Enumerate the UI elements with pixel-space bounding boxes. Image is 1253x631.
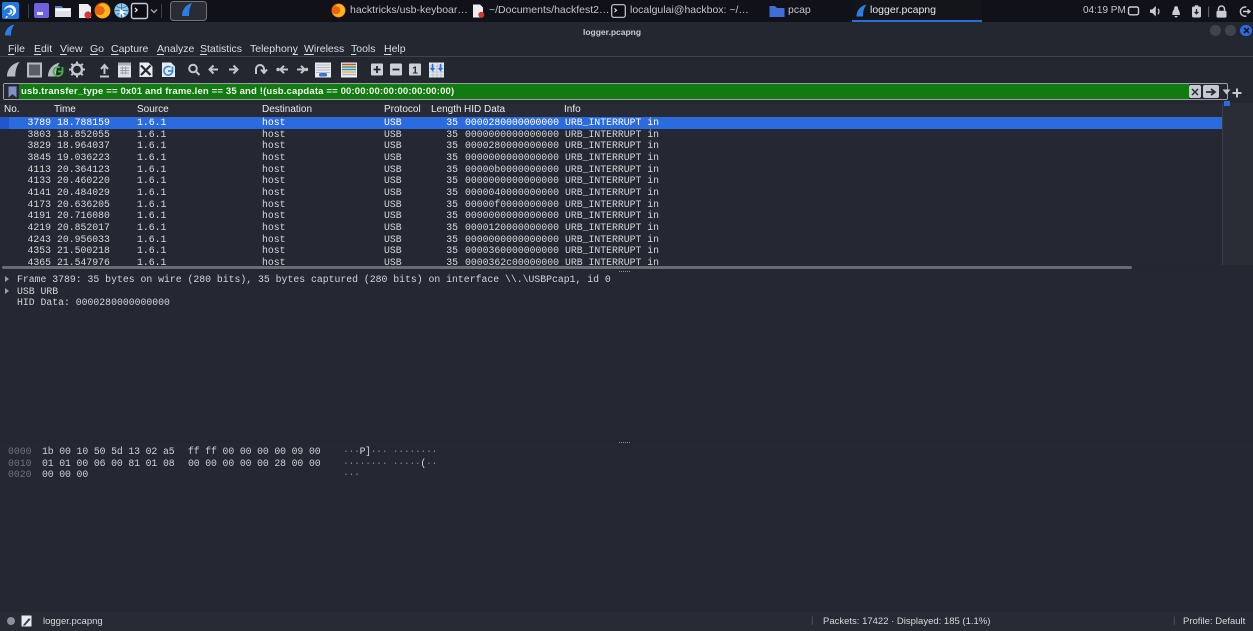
svg-text:1: 1 — [412, 66, 418, 77]
